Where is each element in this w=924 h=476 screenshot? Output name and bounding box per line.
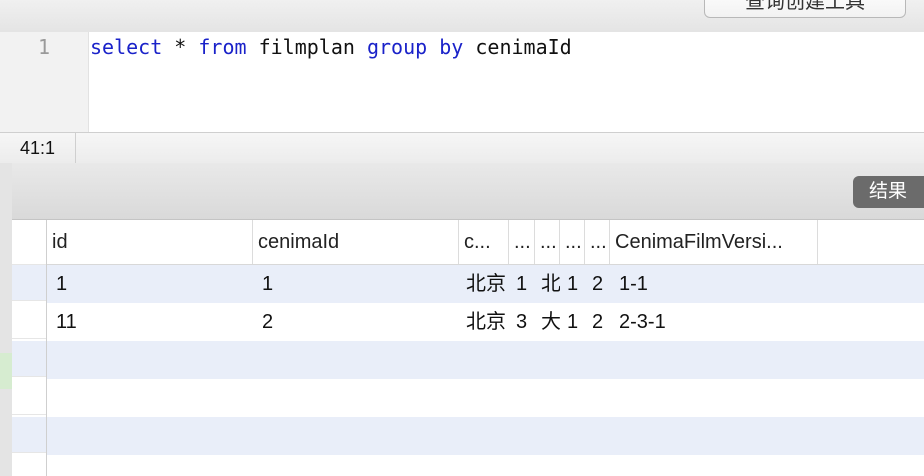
row-number-cell	[12, 379, 46, 415]
cell-cenimafilmversion[interactable]: 2-3-1	[610, 303, 818, 341]
cell-id[interactable]: 11	[47, 303, 253, 341]
cell-col3[interactable]: 北京	[459, 303, 509, 341]
cell-col6[interactable]: 1	[560, 303, 585, 341]
results-toolbar	[12, 163, 924, 220]
cell-col4[interactable]: 1	[509, 265, 535, 303]
keyword-select: select	[90, 35, 163, 59]
cell-col4[interactable]: 3	[509, 303, 535, 341]
column-header-cenimafilmversion[interactable]: CenimaFilmVersi...	[610, 220, 818, 264]
keyword-by: by	[439, 35, 464, 59]
empty-row	[47, 341, 924, 379]
cell-cenimaid[interactable]: 1	[253, 265, 459, 303]
left-edge-highlight	[0, 353, 12, 389]
table-row[interactable]: 1 1 北京 1 北 1 2 1-1	[47, 265, 924, 303]
sql-space	[427, 35, 439, 59]
sql-code-line[interactable]: select * from filmplan group by cenimaId	[90, 35, 572, 59]
cell-cenimaid[interactable]: 2	[253, 303, 459, 341]
cell-col6[interactable]: 1	[560, 265, 585, 303]
sql-column-name: cenimaId	[463, 35, 572, 59]
empty-row	[47, 379, 924, 417]
left-edge-strip	[0, 163, 12, 476]
row-number-column	[12, 220, 47, 476]
cursor-position: 41:1	[0, 133, 76, 163]
cell-id[interactable]: 1	[47, 265, 253, 303]
top-toolbar: 查询创建工具	[0, 0, 924, 33]
column-header-5[interactable]: ...	[535, 220, 560, 264]
keyword-group: group	[366, 35, 428, 59]
row-number-cell[interactable]	[12, 303, 46, 339]
sql-editor[interactable]: 1 select * from filmplan group by cenima…	[0, 32, 924, 132]
keyword-from: from	[198, 35, 247, 59]
column-header-7[interactable]: ...	[585, 220, 610, 264]
column-header-3[interactable]: c...	[459, 220, 509, 264]
column-header-4[interactable]: ...	[509, 220, 535, 264]
cell-col5[interactable]: 大	[535, 303, 560, 341]
cell-col7[interactable]: 2	[585, 303, 610, 341]
row-number-cell	[12, 417, 46, 453]
cell-col3[interactable]: 北京	[459, 265, 509, 303]
cell-col5[interactable]: 北	[535, 265, 560, 303]
row-number-cell	[12, 341, 46, 377]
empty-row	[47, 417, 924, 455]
table-row[interactable]: 11 2 北京 3 大 1 2 2-3-1	[47, 303, 924, 341]
grid-header-row: id cenimaId c... ... ... ... ... CenimaF…	[47, 220, 924, 265]
line-number: 1	[37, 35, 50, 59]
row-number-header	[12, 220, 46, 265]
cell-cenimafilmversion[interactable]: 1-1	[610, 265, 818, 303]
results-grid: id cenimaId c... ... ... ... ... CenimaF…	[47, 220, 924, 476]
sql-table-name: filmplan	[246, 35, 367, 59]
row-number-cell[interactable]	[12, 265, 46, 301]
column-header-id[interactable]: id	[47, 220, 253, 264]
column-header-cenimaid[interactable]: cenimaId	[253, 220, 459, 264]
results-tab[interactable]: 结果	[853, 176, 924, 208]
sql-star: *	[162, 35, 199, 59]
line-number-gutter: 1	[0, 32, 89, 132]
editor-status-bar: 41:1	[0, 132, 924, 164]
column-header-6[interactable]: ...	[560, 220, 585, 264]
query-builder-button[interactable]: 查询创建工具	[704, 0, 906, 18]
cell-col7[interactable]: 2	[585, 265, 610, 303]
